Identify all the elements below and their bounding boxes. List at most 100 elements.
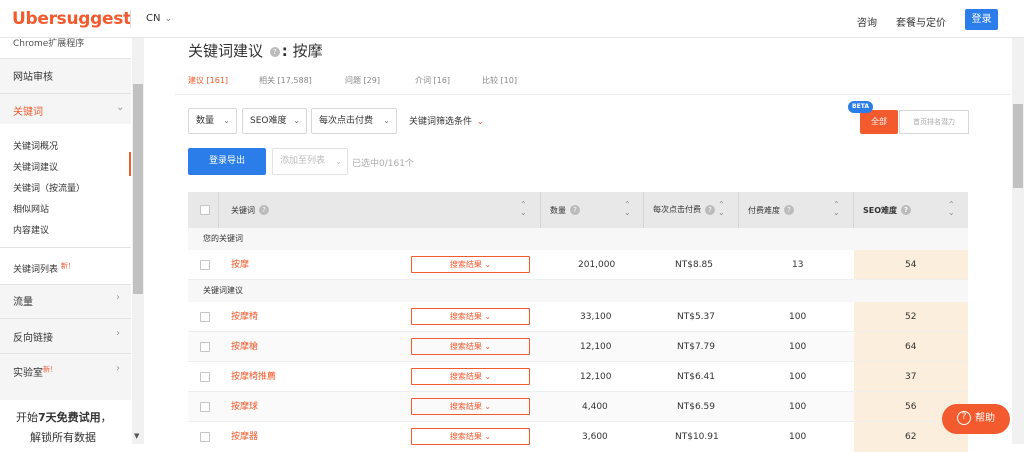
page-title-keyword: 按摩 — [292, 42, 323, 60]
tab-prepositions[interactable]: 介词 [16] — [415, 75, 450, 86]
keyword-link[interactable]: 按摩器 — [231, 422, 258, 452]
sidebar-item-similar-websites[interactable]: 相似网站 — [13, 202, 49, 215]
help-icon[interactable]: ? — [259, 205, 269, 215]
sidebar-scrollbar-thumb[interactable] — [133, 84, 143, 294]
keyword-link[interactable]: 按摩 — [231, 250, 249, 280]
column-cpc[interactable]: 每次点击付费 — [653, 192, 703, 228]
volume-value: 12,100 — [580, 342, 612, 352]
trial-text-b: 7天免费试用 — [38, 411, 101, 424]
table-row[interactable]: 按摩椅 搜索结果 ⌄ 33,100 NT$5.37 100 52 — [188, 302, 968, 332]
tab-questions[interactable]: 问题 [29] — [345, 75, 380, 86]
column-label: 数量 — [550, 205, 566, 215]
column-keyword[interactable]: 关键词 ? — [231, 192, 271, 228]
row-checkbox[interactable] — [200, 432, 210, 442]
serp-button[interactable]: 搜索结果 ⌄ — [411, 428, 530, 445]
chevron-down-icon: ⌄ — [335, 157, 342, 166]
cpc-value: NT$7.79 — [677, 342, 715, 352]
row-checkbox[interactable] — [200, 372, 210, 382]
pricing-link[interactable]: 套餐与定价 — [896, 14, 946, 29]
seo-difficulty-filter[interactable]: SEO难度 ⌄ — [242, 108, 307, 134]
table-row[interactable]: 按摩椅推薦 搜索结果 ⌄ 12,100 NT$6.41 100 37 — [188, 362, 968, 392]
all-button[interactable]: 全部 — [860, 110, 898, 134]
select-all-checkbox[interactable] — [200, 205, 210, 215]
consult-link[interactable]: 咨询 — [857, 14, 877, 29]
row-checkbox[interactable] — [200, 402, 210, 412]
main-scrollbar-thumb[interactable] — [1013, 104, 1023, 188]
sort-icon[interactable]: ⌃ ⌄ — [718, 201, 725, 217]
sidebar-item-backlinks[interactable]: 反向链接 — [13, 329, 53, 344]
sort-icon[interactable]: ⌃ ⌄ — [833, 201, 840, 217]
help-icon[interactable]: ? — [705, 205, 715, 215]
serp-label: 搜索结果 — [449, 260, 482, 269]
trial-banner[interactable]: 开始7天免费试用， 解锁所有数据 — [0, 400, 131, 444]
help-icon[interactable]: ? — [901, 205, 912, 215]
serp-button[interactable]: 搜索结果 ⌄ — [411, 256, 530, 273]
section-your-keywords: 您的关键词 — [188, 228, 968, 250]
serp-label: 搜索结果 — [449, 402, 482, 411]
scroll-down-icon[interactable]: ▼ — [134, 432, 139, 440]
country-selector[interactable]: CN ⌄ — [146, 13, 172, 24]
help-icon[interactable]: ? — [784, 205, 794, 215]
sort-icon[interactable]: ⌃ ⌄ — [520, 201, 527, 217]
volume-value: 33,100 — [580, 312, 612, 322]
table-row[interactable]: 按摩槍 搜索结果 ⌄ 12,100 NT$7.79 100 64 — [188, 332, 968, 362]
sort-icon[interactable]: ⌃ ⌄ — [624, 201, 631, 217]
sidebar-item-content-ideas[interactable]: 内容建议 — [13, 223, 49, 236]
table-row[interactable]: 按摩球 搜索结果 ⌄ 4,400 NT$6.59 100 56 — [188, 392, 968, 422]
chevron-down-icon: ⌄ — [116, 102, 125, 113]
serp-button[interactable]: 搜索结果 ⌄ — [411, 308, 530, 325]
sidebar-item-site-audit[interactable]: 网站审核 — [13, 68, 53, 83]
main-scrollbar[interactable] — [1012, 38, 1024, 444]
sidebar-item-keyword-ideas[interactable]: 关键词建议 — [13, 160, 58, 173]
seo-difficulty-value: 37 — [905, 372, 917, 382]
sidebar-item-label: 实验室 — [13, 368, 43, 379]
keyword-filter-conditions[interactable]: 关键词筛选条件 ⌄ — [409, 114, 484, 127]
column-seo-difficulty[interactable]: SEO难度 ? — [863, 192, 913, 228]
serp-button[interactable]: 搜索结果 ⌄ — [411, 398, 530, 415]
sidebar-item-traffic[interactable]: 流量 — [13, 293, 33, 308]
tab-comparisons[interactable]: 比较 [10] — [482, 75, 517, 86]
rank-potential-button[interactable]: 首页排名潜力 — [899, 110, 969, 134]
volume-value: 12,100 — [580, 372, 612, 382]
row-checkbox[interactable] — [200, 260, 210, 270]
divider — [130, 10, 131, 28]
sidebar-item-keyword-lists[interactable]: 关键词列表 新！ — [13, 261, 75, 275]
help-icon[interactable]: ? — [570, 205, 580, 215]
table-row[interactable]: 按摩 搜索结果 ⌄ 201,000 NT$8.85 13 54 — [188, 250, 968, 280]
seo-difficulty-value: 54 — [905, 260, 917, 270]
sidebar: Chrome扩展程序 网站审核 关键词 ⌄ 关键词概况 关键词建议 关键词（按流… — [0, 38, 131, 444]
cpc-filter[interactable]: 每次点击付费 ⌄ — [311, 108, 397, 134]
sidebar-item-chrome-ext[interactable]: Chrome扩展程序 — [13, 36, 84, 49]
serp-button[interactable]: 搜索结果 ⌄ — [411, 368, 530, 385]
table-row[interactable]: 按摩器 搜索结果 ⌄ 3,600 NT$10.91 100 62 — [188, 422, 968, 452]
volume-value: 201,000 — [578, 260, 616, 270]
column-paid-difficulty[interactable]: 付费难度 ? — [748, 192, 796, 228]
logo[interactable]: Ubersuggest — [12, 9, 131, 29]
sidebar-item-labs[interactable]: 实验室新！ — [13, 364, 57, 379]
sidebar-item-keywords-by-traffic[interactable]: 关键词（按流量） — [13, 181, 85, 194]
help-button[interactable]: ? 帮助 — [942, 404, 1010, 434]
keyword-link[interactable]: 按摩椅推薦 — [231, 362, 276, 392]
column-volume[interactable]: 数量 ? — [550, 192, 582, 228]
login-button[interactable]: 登录 — [965, 9, 998, 30]
sidebar-item-keyword-overview[interactable]: 关键词概况 — [13, 139, 58, 152]
cpc-value: NT$6.59 — [677, 402, 715, 412]
sidebar-item-keywords[interactable]: 关键词 — [13, 103, 43, 118]
serp-button[interactable]: 搜索结果 ⌄ — [411, 338, 530, 355]
row-checkbox[interactable] — [200, 342, 210, 352]
keyword-link[interactable]: 按摩槍 — [231, 332, 258, 362]
add-to-list-select[interactable]: 添加至列表 ⌄ — [272, 148, 348, 175]
keyword-link[interactable]: 按摩椅 — [231, 302, 258, 332]
row-checkbox[interactable] — [200, 312, 210, 322]
selected-count: 已选中0/161个 — [352, 159, 414, 169]
volume-filter[interactable]: 数量 ⌄ — [188, 108, 237, 134]
keyword-link[interactable]: 按摩球 — [231, 392, 258, 422]
sort-icon[interactable]: ⌃ ⌄ — [948, 201, 955, 217]
filter-label: 关键词筛选条件 — [409, 117, 473, 127]
help-icon[interactable]: ? — [269, 46, 280, 57]
tab-related[interactable]: 相关 [17,588] — [259, 75, 312, 86]
new-badge: 新！ — [60, 262, 75, 270]
table-header: 关键词 ? ⌃ ⌄ 数量 ? ⌃ ⌄ 每次点击付费 ? ⌃ ⌄ 付费难度 ? ⌃ ⌄ S… — [188, 192, 968, 228]
tab-suggestions[interactable]: 建议 [161] — [188, 75, 228, 86]
export-button[interactable]: 登录导出 — [188, 148, 266, 175]
